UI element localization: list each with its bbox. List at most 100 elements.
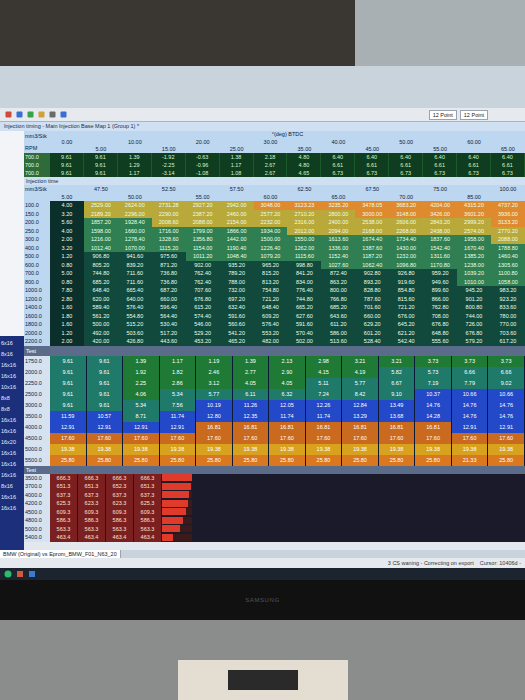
table-cell[interactable]: 2.67 [254,169,288,177]
table-cell[interactable]: 9.61 [50,400,87,411]
table-cell[interactable]: 2.00 [50,235,84,244]
table-cell[interactable]: 9.61 [50,153,84,161]
table-cell[interactable]: 16.81 [269,422,306,433]
table-cell[interactable]: 515.20 [118,320,152,329]
table-cell[interactable]: 1670.40 [457,244,491,253]
table-cell[interactable]: 17.60 [87,433,124,444]
table-cell[interactable]: 611.20 [321,320,355,329]
table-cell[interactable]: 637.3 [50,491,78,500]
table-cell[interactable]: 1154.00 [186,244,220,253]
table-cell[interactable]: 492.00 [84,329,118,338]
table-cell[interactable]: 6.66 [488,367,525,378]
table-cell[interactable]: 711.60 [118,269,152,278]
table-cell[interactable]: 1.80 [50,312,84,321]
table-cell[interactable]: 621.20 [389,329,423,338]
table-cell[interactable]: 2094.00 [321,227,355,236]
table-cell[interactable]: 1837.60 [423,235,457,244]
table-cell[interactable]: 513.60 [321,337,355,346]
table-cell[interactable]: 542.40 [389,337,423,346]
table-cell[interactable]: 744.80 [287,295,321,304]
table-cell[interactable]: 463.4 [50,533,78,542]
table-cell[interactable]: 2.25 [123,378,160,389]
table-cell[interactable]: 1.20 [50,252,84,261]
table-cell[interactable]: 1.19 [196,356,233,367]
table-cell[interactable]: 576.40 [118,303,152,312]
table-cell[interactable]: 14.76 [488,400,525,411]
table-cell[interactable]: 19.38 [87,444,124,455]
table-cell[interactable]: 12.91 [160,422,197,433]
table-cell[interactable]: 4.05 [233,378,270,389]
table-cell[interactable]: 5.77 [196,389,233,400]
table-cell[interactable]: 12.91 [488,422,525,433]
table-cell[interactable]: 1385.20 [457,252,491,261]
table-cell[interactable]: 420.00 [84,337,118,346]
map-tab[interactable]: Test [24,346,525,356]
table-cell[interactable]: 2.13 [269,356,306,367]
table-cell[interactable]: 2770.20 [491,227,525,236]
table-cell[interactable]: 615.20 [186,303,220,312]
table-cell[interactable]: 25.80 [233,455,270,466]
table-cell[interactable]: 648.80 [423,329,457,338]
table-cell[interactable]: 4315.20 [457,201,491,210]
toolbar-button[interactable] [26,111,34,119]
table-cell[interactable]: 2.86 [160,378,197,389]
table-cell[interactable]: 899.60 [423,286,457,295]
table-cell[interactable]: 941.60 [118,252,152,261]
table-cell[interactable]: 11.74 [306,411,343,422]
table-cell[interactable]: 3683.20 [389,201,423,210]
table-cell[interactable]: 651.3 [50,482,78,491]
table-cell[interactable]: 1.60 [50,303,84,312]
table-cell[interactable]: 16.81 [415,422,452,433]
table-cell[interactable]: 1613.60 [321,235,355,244]
table-cell[interactable]: 2731.28 [152,201,186,210]
table-cell[interactable]: 17.60 [269,433,306,444]
table-cell[interactable]: 805.20 [84,261,118,270]
table-cell[interactable]: 1305.60 [491,261,525,270]
table-cell[interactable]: 12.91 [123,422,160,433]
table-cell[interactable]: 579.20 [457,337,491,346]
table-cell[interactable]: 25.80 [488,455,525,466]
table-cell[interactable]: 9.61 [84,169,118,177]
table-cell[interactable]: 2154.00 [220,218,254,227]
sidebar-item[interactable]: 8x8 [0,404,24,414]
table-cell[interactable]: 2296.00 [118,210,152,219]
table-cell[interactable]: 1079.20 [254,252,288,261]
table-cell[interactable]: 586.3 [50,516,78,525]
table-cell[interactable]: 3601.20 [457,210,491,219]
table-cell[interactable]: 645.20 [389,320,423,329]
table-cell[interactable]: 591.60 [220,312,254,321]
table-cell[interactable]: 517.20 [152,329,186,338]
table-cell[interactable]: 8.71 [123,411,160,422]
table-cell[interactable]: 3426.00 [423,210,457,219]
table-cell[interactable]: 1.82 [160,367,197,378]
sidebar-item[interactable]: 6x16 [0,338,24,348]
document-tab[interactable]: BMW (Original) vs Eprom_BMW_F01_N63_20 [0,550,121,558]
table-cell[interactable]: 1115.60 [287,252,321,261]
table-cell[interactable]: 530.40 [152,320,186,329]
table-cell[interactable]: 893.20 [355,278,389,287]
table-cell[interactable]: 12.84 [342,400,379,411]
table-cell[interactable]: 732.00 [220,286,254,295]
table-cell[interactable]: 25.80 [50,455,87,466]
table-cell[interactable]: 1190.40 [220,244,254,253]
table-cell[interactable]: 13.68 [379,411,416,422]
table-cell[interactable]: 1010.00 [457,278,491,287]
table-cell[interactable]: 9.61 [84,153,118,161]
table-cell[interactable]: 1430.00 [389,244,423,253]
table-cell[interactable]: 25.80 [269,455,306,466]
table-cell[interactable]: 983.20 [491,286,525,295]
table-cell[interactable]: 570.40 [287,329,321,338]
table-cell[interactable]: 9.61 [50,169,84,177]
table-cell[interactable]: 685.20 [84,278,118,287]
table-cell[interactable]: 7.79 [452,378,489,389]
table-cell[interactable]: 1928.40 [118,218,152,227]
table-cell[interactable]: 787.60 [355,295,389,304]
table-cell[interactable]: 14.76 [452,400,489,411]
table-cell[interactable]: 21.33 [452,455,489,466]
table-cell[interactable]: 754.80 [254,286,288,295]
table-cell[interactable]: 5.34 [160,389,197,400]
table-cell[interactable]: 17.60 [233,433,270,444]
table-cell[interactable]: 1096.80 [389,261,423,270]
table-cell[interactable]: 770.00 [491,320,525,329]
table-cell[interactable]: 6.61 [321,161,355,169]
